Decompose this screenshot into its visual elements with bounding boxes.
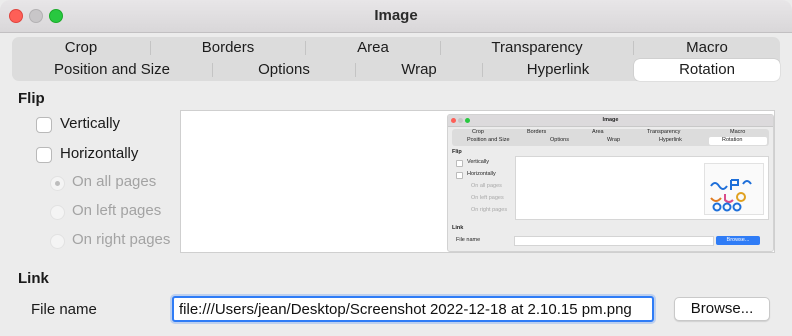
thumb-title-bar: Image: [448, 115, 773, 127]
thumb-browse-button: Browse...: [716, 236, 760, 245]
thumb-on-all-pages: On all pages: [471, 183, 502, 189]
thumb-tab-position-and-size: Position and Size: [467, 137, 510, 143]
thumb-tab-rotation: Rotation: [722, 137, 743, 143]
tab-position-and-size[interactable]: Position and Size: [12, 59, 212, 81]
tab-transparency[interactable]: Transparency: [441, 37, 633, 59]
tab-options[interactable]: Options: [213, 59, 355, 81]
thumb-tab-crop: Crop: [472, 129, 484, 135]
thumb-title: Image: [602, 117, 619, 123]
thumb-tab-transparency: Transparency: [647, 129, 681, 135]
link-section-title: Link: [18, 270, 49, 287]
tab-bar: Crop Borders Area Transparency Macro Pos…: [12, 37, 780, 81]
tab-crop[interactable]: Crop: [12, 37, 150, 59]
on-right-pages-label: On right pages: [72, 231, 171, 248]
file-name-label: File name: [31, 301, 97, 318]
thumb-vertically-checkbox: [456, 160, 463, 167]
on-left-pages-radio: [50, 205, 65, 220]
image-preview: Image Crop Borders Area Transparency Mac…: [180, 110, 775, 253]
preview-thumbnail: Image Crop Borders Area Transparency Mac…: [447, 114, 774, 252]
tab-rotation[interactable]: Rotation: [634, 59, 780, 81]
thumb-tab-bar: Crop Borders Area Transparency Macro Pos…: [452, 129, 769, 146]
thumb-tab-hyperlink: Hyperlink: [659, 137, 682, 143]
thumb-on-right-pages: On right pages: [471, 207, 508, 213]
thumb-file-name-field: [514, 236, 714, 246]
thumb-nested-image-graphic: [710, 179, 752, 212]
tab-area[interactable]: Area: [306, 37, 440, 59]
thumb-tab-borders: Borders: [527, 129, 547, 135]
title-bar: Image: [0, 0, 792, 33]
browse-button[interactable]: Browse...: [674, 297, 770, 321]
tab-borders[interactable]: Borders: [151, 37, 305, 59]
file-name-field[interactable]: [172, 296, 654, 322]
thumb-file-name-label: File name: [456, 237, 481, 243]
thumb-vertically-label: Vertically: [467, 159, 490, 165]
thumb-on-left-pages: On left pages: [471, 195, 504, 201]
flip-section-title: Flip: [18, 90, 45, 107]
tab-hyperlink[interactable]: Hyperlink: [483, 59, 633, 81]
on-left-pages-label: On left pages: [72, 202, 162, 219]
on-all-pages-label: On all pages: [72, 173, 157, 190]
horizontally-label: Horizontally: [60, 145, 139, 162]
tab-wrap[interactable]: Wrap: [356, 59, 482, 81]
thumb-tab-options: Options: [550, 137, 569, 143]
thumb-tab-macro: Macro: [730, 129, 746, 135]
thumb-nested-image: [704, 163, 764, 215]
vertically-label: Vertically: [60, 115, 121, 132]
window-title: Image: [374, 7, 418, 24]
tab-macro[interactable]: Macro: [634, 37, 780, 59]
thumb-horizontally-label: Horizontally: [467, 171, 496, 177]
on-all-pages-radio: [50, 176, 65, 191]
thumb-tab-area: Area: [592, 129, 604, 135]
thumb-flip-title: Flip: [452, 149, 462, 155]
thumb-link-title: Link: [452, 225, 464, 231]
image-dialog: Image Crop Borders Area Transparency Mac…: [0, 0, 792, 336]
thumb-horizontally-checkbox: [456, 172, 463, 179]
thumb-tab-wrap: Wrap: [607, 137, 621, 143]
vertically-checkbox[interactable]: [36, 117, 52, 133]
horizontally-checkbox[interactable]: [36, 147, 52, 163]
on-right-pages-radio: [50, 234, 65, 249]
